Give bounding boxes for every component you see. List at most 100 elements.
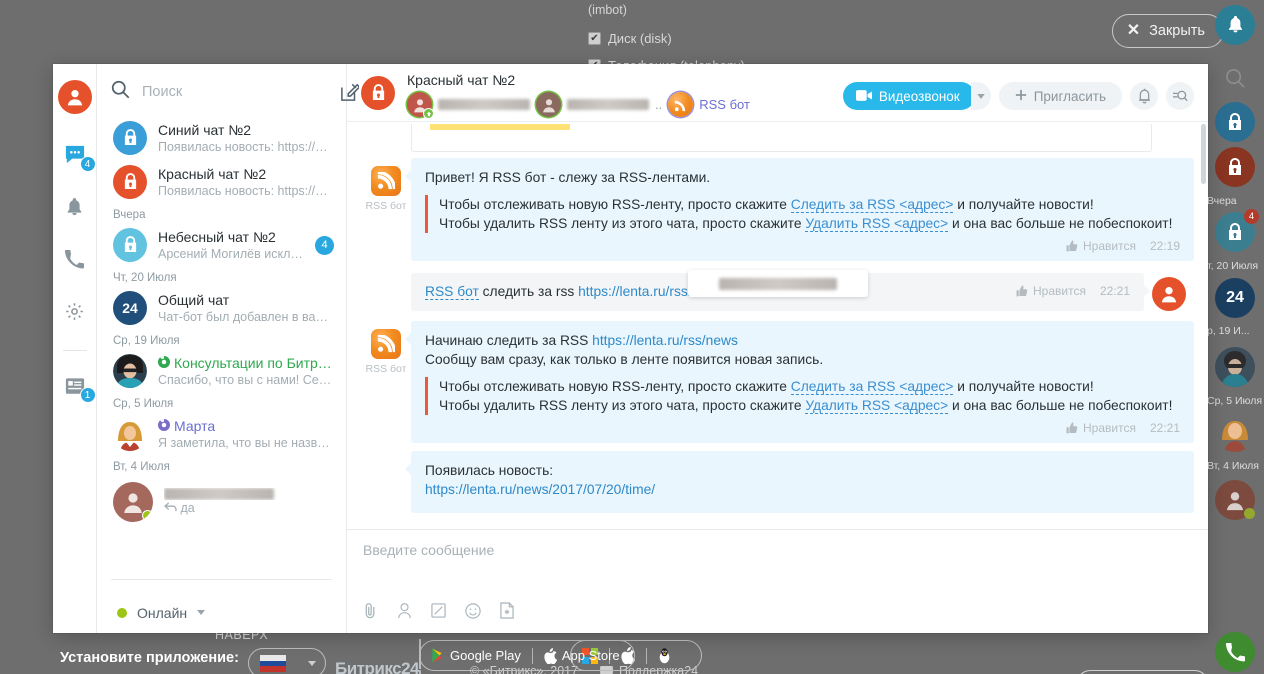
quote-line-2-pre: Чтобы удалить RSS ленту из этого чата, п… bbox=[439, 216, 806, 231]
chevron-down-icon bbox=[297, 660, 327, 666]
search-icon bbox=[111, 80, 130, 104]
avatar bbox=[113, 354, 147, 388]
smiley-icon[interactable] bbox=[465, 602, 481, 619]
command-link-delete[interactable]: Удалить RSS <адрес> bbox=[805, 216, 949, 232]
chevron-down-icon[interactable] bbox=[197, 610, 206, 615]
search-in-chat-button[interactable] bbox=[1166, 82, 1194, 110]
messages-area[interactable]: RSS бот Привет! Я RSS бот - слежу за RSS… bbox=[347, 122, 1208, 529]
status-bar[interactable]: Онлайн bbox=[111, 579, 332, 633]
rail-chat-blue[interactable] bbox=[1215, 102, 1255, 142]
bot-badge-icon bbox=[158, 355, 170, 372]
status-label: Онлайн bbox=[137, 604, 188, 621]
chat-header-info: Красный чат №2 .. RSS бот bbox=[407, 72, 843, 119]
search-input[interactable] bbox=[140, 83, 331, 101]
language-selector[interactable] bbox=[248, 648, 326, 674]
message-link[interactable]: https://lenta.ru/news/2017/07/20/time/ bbox=[425, 482, 655, 497]
rss-icon[interactable] bbox=[371, 329, 401, 359]
video-call-label: Видеозвонок bbox=[878, 88, 960, 104]
rail-chat-red[interactable] bbox=[1215, 147, 1255, 187]
quote-line-1: Чтобы отслеживать новую RSS-ленту, прост… bbox=[439, 377, 1180, 396]
video-call-options-button[interactable] bbox=[970, 82, 991, 110]
list-item-subtitle: Спасибо, что вы с нами! Серо… bbox=[158, 372, 334, 387]
chat-header: Красный чат №2 .. RSS бот Видеозвонок Пр… bbox=[347, 64, 1208, 122]
checkbox-disk-icon[interactable]: ✔ bbox=[588, 32, 601, 45]
member-2[interactable]: .. bbox=[536, 92, 662, 117]
list-item[interactable]: Марта Я заметила, что вы не назвал… bbox=[97, 412, 346, 456]
like-button[interactable]: Нравится bbox=[1016, 284, 1086, 298]
mention-rss-bot[interactable]: RSS бот bbox=[425, 284, 479, 300]
member-1[interactable] bbox=[407, 92, 530, 119]
member-rss-bot[interactable]: RSS бот bbox=[668, 92, 750, 117]
message-text: Появилась новость: bbox=[425, 463, 554, 478]
list-item[interactable]: Консультации по Битрик… Спасибо, что вы … bbox=[97, 349, 346, 393]
rail-chat-sky[interactable]: 4 bbox=[1215, 209, 1259, 252]
app-store-button[interactable]: App Store bbox=[533, 647, 631, 664]
rail-date-label-4: Вт, 4 Июля bbox=[1207, 460, 1259, 472]
mute-notifications-button[interactable] bbox=[1130, 82, 1158, 110]
list-item[interactable]: Небесный чат №2 Арсений Могилёв исключи…… bbox=[97, 223, 346, 267]
rail-search-icon[interactable] bbox=[1215, 58, 1255, 98]
message-avatar-col bbox=[1144, 273, 1194, 311]
list-item[interactable]: 24 Общий чат Чат-бот был добавлен в ваш … bbox=[97, 286, 346, 330]
quote-line-1-post: и получайте новости! bbox=[953, 379, 1094, 394]
background-select[interactable]: Прозрачный bbox=[1076, 670, 1209, 674]
store-download-pill[interactable]: Google Play App Store bbox=[419, 640, 635, 671]
attach-icon[interactable] bbox=[363, 602, 378, 619]
video-call-button[interactable]: Видеозвонок bbox=[842, 82, 975, 110]
background-right-rail: Вчера 4 т, 20 Июля 24 р, 19 И... Ср, 5 И… bbox=[1205, 0, 1264, 674]
avatar[interactable] bbox=[1152, 277, 1186, 311]
messages-scrollbar[interactable] bbox=[1201, 124, 1206, 184]
message-link[interactable]: https://lenta.ru/rss/news bbox=[592, 333, 738, 348]
plus-icon bbox=[1015, 89, 1027, 104]
quote-line-1-pre: Чтобы отслеживать новую RSS-ленту, прост… bbox=[439, 379, 791, 394]
messenger-icon-rail: 4 1 bbox=[53, 64, 97, 633]
command-link-follow[interactable]: Следить за RSS <адрес> bbox=[790, 197, 954, 213]
sidebar-item-notes[interactable]: 1 bbox=[58, 369, 96, 403]
rail-bell-button[interactable] bbox=[1215, 5, 1255, 45]
template-icon[interactable] bbox=[500, 602, 514, 619]
list-item[interactable]: да bbox=[97, 475, 346, 527]
rail-date-label-1: т, 20 Июля bbox=[1207, 260, 1259, 272]
message-composer[interactable]: Введите сообщение bbox=[347, 529, 1208, 633]
redacted-member-name bbox=[438, 99, 530, 110]
date-separator: Вчера bbox=[113, 209, 146, 221]
member-name: RSS бот bbox=[699, 97, 750, 112]
sidebar-item-notifications[interactable] bbox=[58, 190, 92, 224]
list-item-title-wrap: Консультации по Битрик… bbox=[158, 355, 334, 372]
sidebar-item-settings[interactable] bbox=[58, 294, 92, 328]
like-button[interactable]: Нравится bbox=[1066, 421, 1136, 435]
mention-user-icon[interactable] bbox=[397, 602, 412, 619]
thumbs-up-icon bbox=[1066, 422, 1078, 434]
rss-icon[interactable] bbox=[371, 166, 401, 196]
google-play-button[interactable]: Google Play bbox=[420, 648, 532, 663]
rail-avatar-person[interactable] bbox=[1215, 480, 1255, 520]
rss-icon bbox=[668, 92, 694, 117]
current-user-avatar[interactable] bbox=[57, 80, 92, 114]
command-link-delete[interactable]: Удалить RSS <адрес> bbox=[805, 398, 949, 414]
sidebar-item-chats[interactable]: 4 bbox=[58, 138, 96, 172]
invite-button[interactable]: Пригласить bbox=[998, 82, 1122, 110]
message-bubble: Появилась новость: https://lenta.ru/news… bbox=[405, 451, 1194, 513]
list-item-subtitle: Чат-бот был добавлен в ваш … bbox=[158, 309, 334, 324]
list-item[interactable]: Синий чат №2 Появилась новость: https://… bbox=[97, 116, 346, 160]
rail-avatar-photo-2[interactable] bbox=[1215, 412, 1255, 452]
message-meta: Нравится 22:21 bbox=[1016, 284, 1130, 300]
quote-icon[interactable] bbox=[431, 603, 446, 618]
like-button[interactable]: Нравится bbox=[1066, 239, 1136, 253]
message-row: Появилась новость: https://lenta.ru/news… bbox=[361, 451, 1194, 513]
quote-line-1: Чтобы отслеживать новую RSS-ленту, прост… bbox=[439, 195, 1180, 214]
list-item-subtitle: да bbox=[180, 501, 195, 515]
linux-icon[interactable] bbox=[647, 647, 682, 664]
message-text-line-1: Начинаю следить за RSS https://lenta.ru/… bbox=[425, 331, 1180, 350]
chat-lock-icon bbox=[361, 76, 395, 110]
reply-icon bbox=[164, 501, 180, 515]
rail-avatar-photo-1[interactable] bbox=[1215, 347, 1255, 387]
quote-line-2-post: и она вас больше не побеспокоит! bbox=[948, 216, 1173, 231]
sidebar-item-calls[interactable] bbox=[58, 242, 92, 276]
command-link-follow[interactable]: Следить за RSS <адрес> bbox=[790, 379, 954, 395]
list-item[interactable]: Красный чат №2 Появилась новость: https:… bbox=[97, 160, 346, 204]
checkbox-row-disk[interactable]: ✔ Диск (disk) bbox=[588, 25, 1008, 52]
rail-chat-24[interactable]: 24 bbox=[1215, 278, 1255, 318]
app-store-label: App Store bbox=[561, 648, 620, 663]
chat-title: Красный чат №2 bbox=[407, 72, 516, 88]
